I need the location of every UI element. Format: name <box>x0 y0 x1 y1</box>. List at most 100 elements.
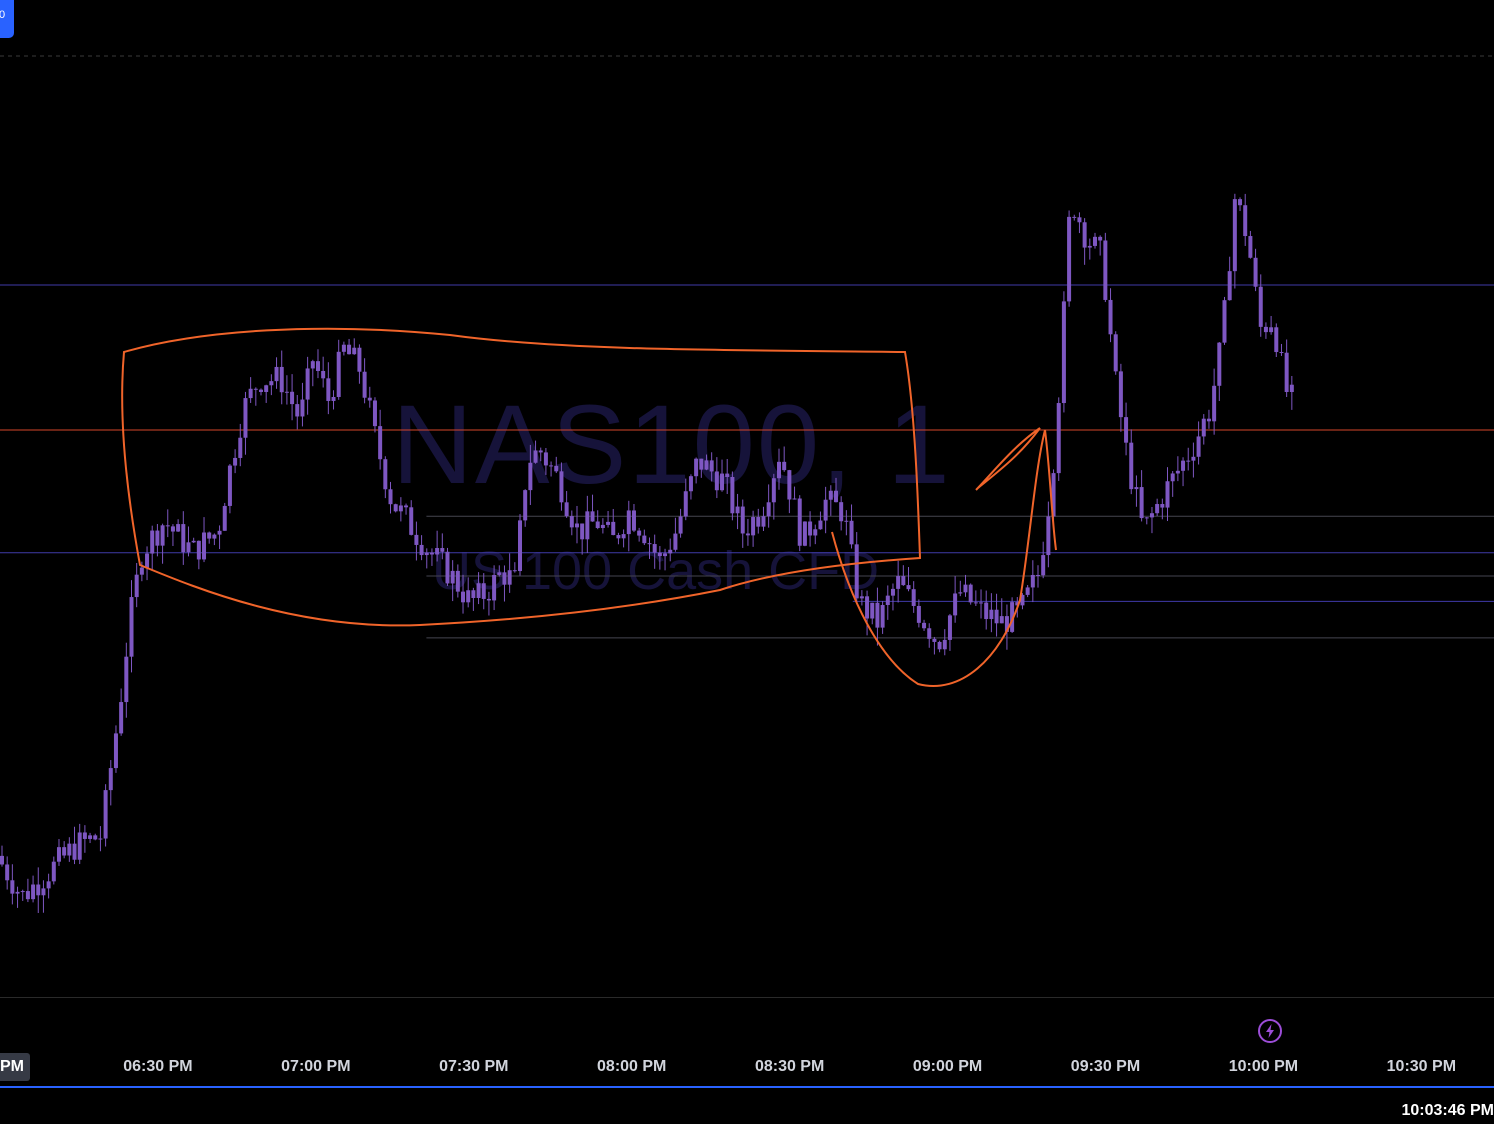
candle <box>25 878 30 903</box>
candle <box>554 456 559 474</box>
candle <box>429 548 434 566</box>
candle <box>585 495 590 554</box>
candle <box>802 521 807 547</box>
candle <box>1248 230 1253 259</box>
candle <box>942 629 947 656</box>
candle <box>1056 397 1061 481</box>
candle <box>1113 331 1118 375</box>
candle <box>1041 541 1046 579</box>
time-tick-label: 08:00 PM <box>597 1058 667 1075</box>
candle <box>1289 375 1294 410</box>
candle <box>1092 232 1097 249</box>
candle <box>1232 193 1237 289</box>
candle <box>398 497 403 522</box>
candle <box>1072 214 1077 221</box>
candle <box>606 511 611 528</box>
candle <box>1067 210 1072 307</box>
clock-readout[interactable]: 10:03:46 PM <box>1402 1102 1494 1120</box>
candle <box>569 510 574 536</box>
arrow-drawing <box>975 427 1041 491</box>
candle <box>626 500 631 552</box>
status-bar <box>0 1088 1494 1124</box>
candle <box>657 546 662 570</box>
candle <box>341 341 346 356</box>
candle <box>1217 342 1222 401</box>
candle <box>1269 315 1274 335</box>
candle <box>549 461 554 477</box>
candle <box>528 444 533 505</box>
lightning-icon[interactable] <box>1257 1018 1283 1044</box>
time-tick-label: 08:30 PM <box>754 1058 825 1075</box>
candle <box>248 377 253 403</box>
candle <box>202 517 207 563</box>
candle <box>637 527 642 542</box>
candle <box>870 602 875 625</box>
candle <box>652 534 657 569</box>
candle <box>383 456 388 499</box>
candle <box>295 395 300 430</box>
candle <box>243 391 248 455</box>
candle <box>5 856 10 890</box>
candle <box>979 589 984 619</box>
candle <box>372 397 377 433</box>
candle <box>1134 475 1139 507</box>
candle <box>683 478 688 521</box>
price-chart[interactable]: NAS100, 1 US 100 Cash CFD 0 <box>0 0 1494 998</box>
candle <box>72 826 77 865</box>
candle <box>290 374 295 421</box>
candle <box>93 833 98 841</box>
candle <box>590 494 595 522</box>
candle <box>321 356 326 388</box>
candle <box>973 590 978 606</box>
candle <box>134 562 139 608</box>
candle <box>284 375 289 405</box>
candle <box>1030 560 1035 603</box>
candle <box>10 864 15 905</box>
time-tick-label: 09:30 PM <box>1070 1058 1141 1075</box>
candle <box>253 387 258 406</box>
candle <box>378 409 383 470</box>
candle <box>108 760 113 806</box>
candle <box>813 524 818 545</box>
candle <box>1077 212 1082 234</box>
candle <box>989 593 994 633</box>
candle <box>927 623 932 648</box>
candle <box>865 590 870 636</box>
candle <box>331 390 336 410</box>
candle <box>963 574 968 597</box>
candle <box>735 493 740 530</box>
candle <box>725 458 730 494</box>
candle <box>538 447 543 462</box>
candle <box>740 499 745 548</box>
candle <box>1227 256 1232 301</box>
candle <box>771 473 776 520</box>
candle <box>1186 447 1191 471</box>
candle <box>46 873 51 899</box>
candle <box>818 511 823 530</box>
candle <box>1253 248 1258 292</box>
candle <box>896 560 901 603</box>
candle <box>1284 339 1289 397</box>
candle <box>165 509 170 538</box>
time-tick-label: 07:00 PM <box>281 1058 351 1075</box>
candle <box>1263 322 1268 339</box>
time-tick-label: 10:00 PM <box>1228 1058 1299 1075</box>
candle <box>704 454 709 471</box>
candle <box>714 457 719 499</box>
candle <box>67 837 72 862</box>
candle <box>543 447 548 475</box>
candle <box>574 505 579 544</box>
chart-canvas[interactable] <box>0 0 1494 998</box>
candle <box>1196 421 1201 465</box>
chart-corner-button[interactable]: 0 <box>0 0 14 38</box>
candle <box>823 486 828 534</box>
candle <box>518 514 523 576</box>
candle <box>611 508 616 536</box>
candle <box>947 613 952 651</box>
candle <box>88 832 93 844</box>
time-tick-label: 09:00 PM <box>912 1058 983 1075</box>
candle <box>1212 368 1217 435</box>
candle <box>1144 516 1149 525</box>
candle <box>880 601 885 634</box>
candle <box>792 486 797 500</box>
